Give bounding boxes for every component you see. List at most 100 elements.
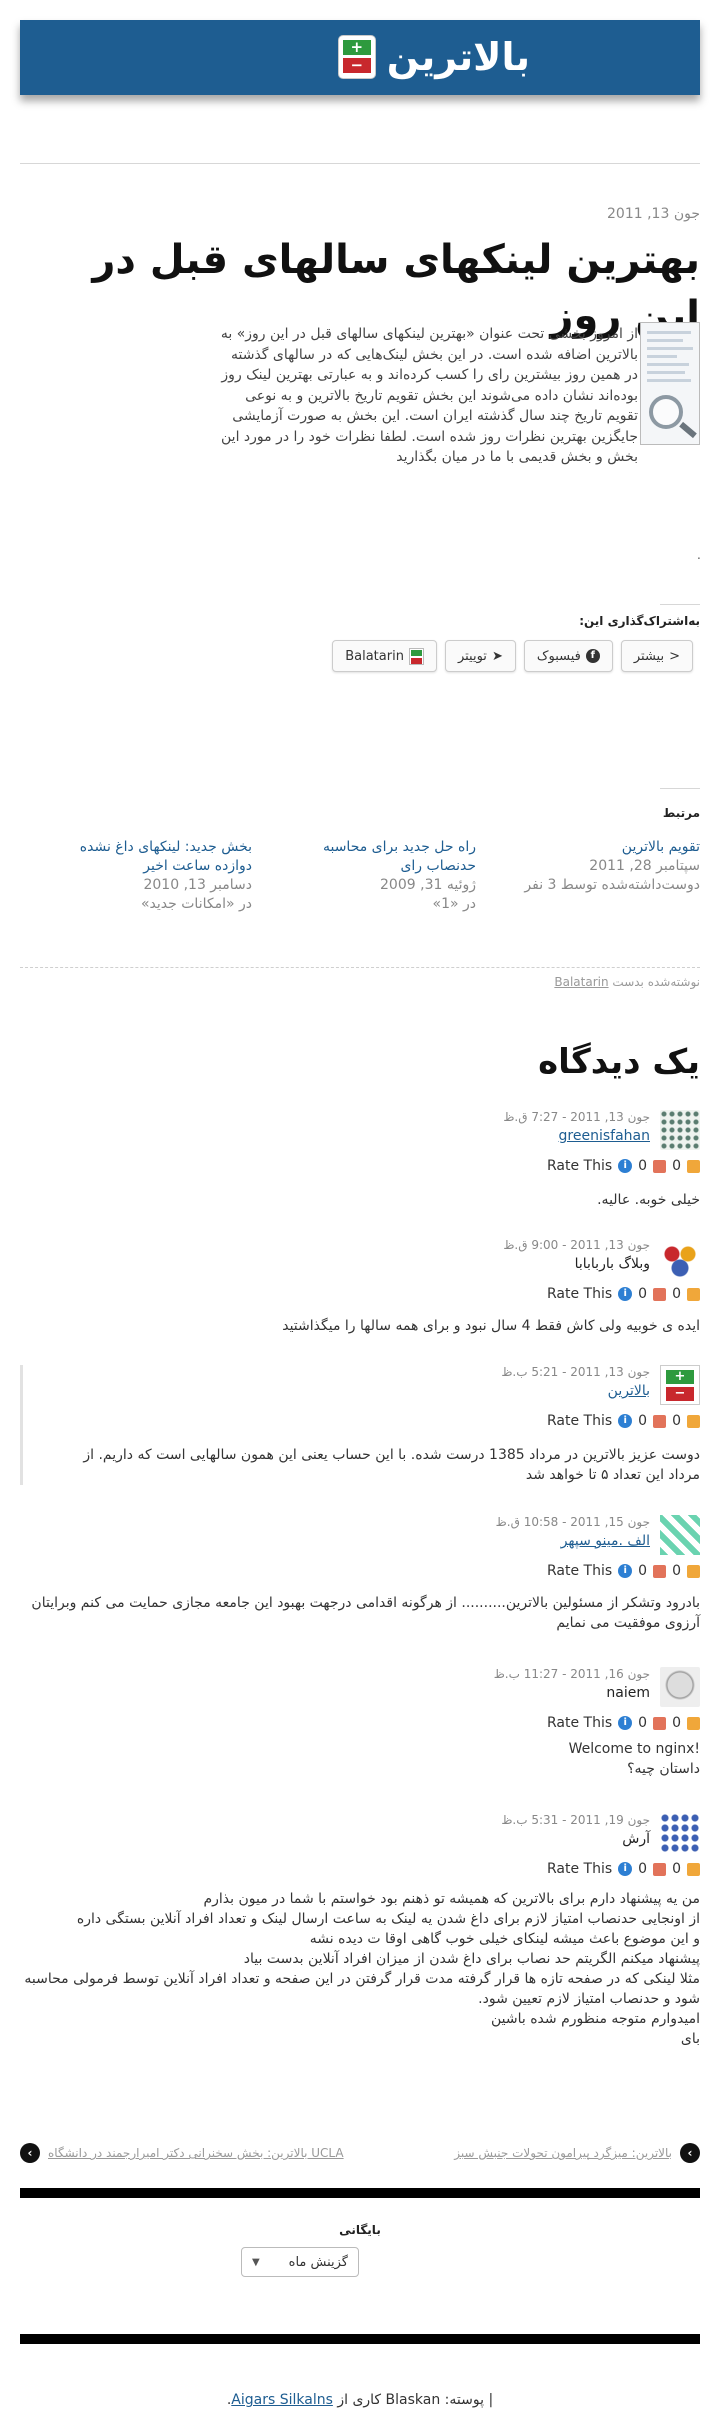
- rate-label: Rate This: [546, 1563, 613, 1579]
- comment-author: آرش: [622, 1831, 650, 1847]
- comment-date[interactable]: جون 19, 2011 - 5:31 ب.ظ: [501, 1813, 650, 1827]
- rate-label: Rate This: [546, 1286, 613, 1302]
- comment-date[interactable]: جون 13, 2011 - 5:21 ب.ظ: [501, 1365, 650, 1379]
- divider: [660, 788, 700, 789]
- rating-down-count: 0: [638, 1563, 648, 1579]
- share-balatarin-button[interactable]: Balatarin: [332, 640, 437, 672]
- rating-down-count: 0: [638, 1861, 648, 1877]
- comment-rating: Rate This i 0 0: [547, 1413, 700, 1429]
- site-logo[interactable]: + − بالاترین: [338, 32, 530, 82]
- related-item-context: دوست‌داشته‌شده توسط 3 نفر: [524, 877, 700, 893]
- post-thumbnail-magnifier-icon: [640, 322, 700, 445]
- thumbs-down-icon[interactable]: [653, 1862, 667, 1876]
- share-icon: <: [669, 648, 680, 664]
- thumbs-up-icon[interactable]: [687, 1716, 700, 1730]
- rate-label: Rate This: [546, 1158, 613, 1174]
- comment-date[interactable]: جون 13, 2011 - 9:00 ق.ظ: [503, 1238, 650, 1252]
- divider: [660, 604, 700, 605]
- related-item-title[interactable]: بخش جدید: لینکهای داغ نشده دوازده ساعت ا…: [57, 838, 252, 876]
- thumbs-down-icon[interactable]: [653, 1287, 667, 1301]
- chevron-down-icon: ▼: [252, 2256, 260, 2268]
- footer-author-link[interactable]: Aigars Silkalns: [231, 2392, 333, 2408]
- info-icon[interactable]: i: [618, 1564, 633, 1578]
- comment-author[interactable]: الف .مینو سپهر: [561, 1533, 650, 1549]
- twitter-icon: ➤: [491, 648, 503, 664]
- post-body: از امروز بخشی تحت عنوان «بهترین لینکهای …: [220, 326, 638, 465]
- archive-heading: بایگانی: [339, 2223, 381, 2237]
- thumbs-down-icon[interactable]: [653, 1159, 667, 1173]
- avatar: [660, 1238, 700, 1278]
- comment-text: من یه پیشنهاد دارم برای بالاترین که همیش…: [24, 1891, 700, 2047]
- balatarin-logo-icon: + −: [338, 36, 375, 78]
- avatar: [660, 1110, 700, 1150]
- thumbs-down-icon[interactable]: [653, 1716, 667, 1730]
- balatarin-icon: [408, 647, 424, 665]
- related-item-title[interactable]: راه حل جدید برای محاسبه حدنصاب رای: [281, 838, 476, 876]
- related-item: راه حل جدید برای محاسبه حدنصاب رای ژوئیه…: [281, 838, 476, 914]
- next-post-link[interactable]: ‹ بالاترین: بخش سخنرانی دکتر امیرارجمند …: [20, 2143, 344, 2163]
- info-icon[interactable]: i: [618, 1862, 633, 1876]
- comment-author[interactable]: greenisfahan: [559, 1128, 650, 1144]
- related-item-title[interactable]: تقویم بالاترین: [505, 838, 700, 857]
- rating-down-count: 0: [638, 1286, 648, 1302]
- footer-divider: [20, 2334, 700, 2344]
- reply-indent-bar: [20, 1365, 23, 1485]
- comment-text: خیلی خوبه. عالیه.: [597, 1192, 700, 1208]
- thumbs-up-icon[interactable]: [687, 1564, 700, 1578]
- rating-up-count: 0: [672, 1413, 681, 1429]
- comment-date[interactable]: جون 15, 2011 - 10:58 ق.ظ: [496, 1515, 650, 1529]
- info-icon[interactable]: i: [618, 1159, 633, 1173]
- comment-date[interactable]: جون 13, 2011 - 7:27 ق.ظ: [503, 1110, 650, 1124]
- comment-rating: Rate This i 0 0: [547, 1286, 700, 1302]
- info-icon[interactable]: i: [618, 1414, 633, 1428]
- comment-author: وبلاگ باربابابا: [574, 1256, 650, 1272]
- share-heading: به‌اشتراک‌گذاری این:: [579, 614, 700, 628]
- post-date: جون 13, 2011: [607, 206, 700, 222]
- comment-date[interactable]: جون 16, 2011 - 11:27 ب.ظ: [494, 1667, 650, 1681]
- footer-divider: [20, 2188, 700, 2198]
- share-twitter-button[interactable]: ➤ توییتر: [444, 640, 516, 672]
- info-icon[interactable]: i: [618, 1716, 633, 1730]
- comments-heading: یک دیدگاه: [538, 1042, 700, 1082]
- thumbs-up-icon[interactable]: [687, 1414, 700, 1428]
- info-icon[interactable]: i: [618, 1287, 633, 1301]
- comment-rating: Rate This i 0 0: [547, 1861, 700, 1877]
- thumbs-down-icon[interactable]: [653, 1564, 667, 1578]
- prev-post-link[interactable]: › بالاترین: میزگرد پیرامون تحولات جنبش س…: [454, 2143, 700, 2163]
- share-facebook-button[interactable]: f فیسبوک: [523, 640, 613, 672]
- thumbs-up-icon[interactable]: [687, 1287, 700, 1301]
- rating-down-count: 0: [638, 1413, 648, 1429]
- related-item-context: در «امکانات جدید»: [140, 896, 252, 912]
- comment-text: بادرود وتشکر از مسئولین بالاترین........…: [31, 1595, 700, 1631]
- arrow-right-icon: ›: [680, 2143, 700, 2163]
- rating-up-count: 0: [672, 1286, 681, 1302]
- facebook-icon: f: [585, 649, 600, 663]
- archive-select[interactable]: گزینش ماه ▼: [241, 2247, 359, 2277]
- rate-label: Rate This: [546, 1715, 613, 1731]
- post-dot: .: [697, 548, 701, 562]
- dashed-divider: [20, 967, 700, 968]
- rate-label: Rate This: [546, 1861, 613, 1877]
- rating-up-count: 0: [672, 1563, 681, 1579]
- thumbs-down-icon[interactable]: [653, 1414, 667, 1428]
- rating-up-count: 0: [672, 1715, 681, 1731]
- avatar: [660, 1667, 700, 1707]
- avatar: [660, 1515, 700, 1555]
- rating-down-count: 0: [638, 1158, 648, 1174]
- thumbs-up-icon[interactable]: [687, 1159, 700, 1173]
- site-footer: | پوسته: Blaskan کاری از Aigars Silkalns…: [226, 2392, 494, 2408]
- site-title[interactable]: بالاترین: [387, 32, 530, 82]
- related-heading: مرتبط: [662, 806, 700, 820]
- comment-author[interactable]: بالاترین: [608, 1383, 650, 1399]
- byline: نوشته‌شده بدست Balatarin: [554, 975, 700, 989]
- byline-author-link[interactable]: Balatarin: [554, 975, 608, 989]
- divider: [20, 163, 700, 164]
- share-more-button[interactable]: < بیشتر: [620, 640, 693, 672]
- site-header: + − بالاترین: [20, 20, 700, 95]
- avatar: [660, 1813, 700, 1853]
- related-item-date: ژوئیه 31, 2009: [380, 877, 476, 893]
- thumbs-up-icon[interactable]: [687, 1862, 700, 1876]
- comment-rating: Rate This i 0 0: [547, 1158, 700, 1174]
- comment-author: naiem: [606, 1685, 650, 1701]
- rating-up-count: 0: [672, 1158, 681, 1174]
